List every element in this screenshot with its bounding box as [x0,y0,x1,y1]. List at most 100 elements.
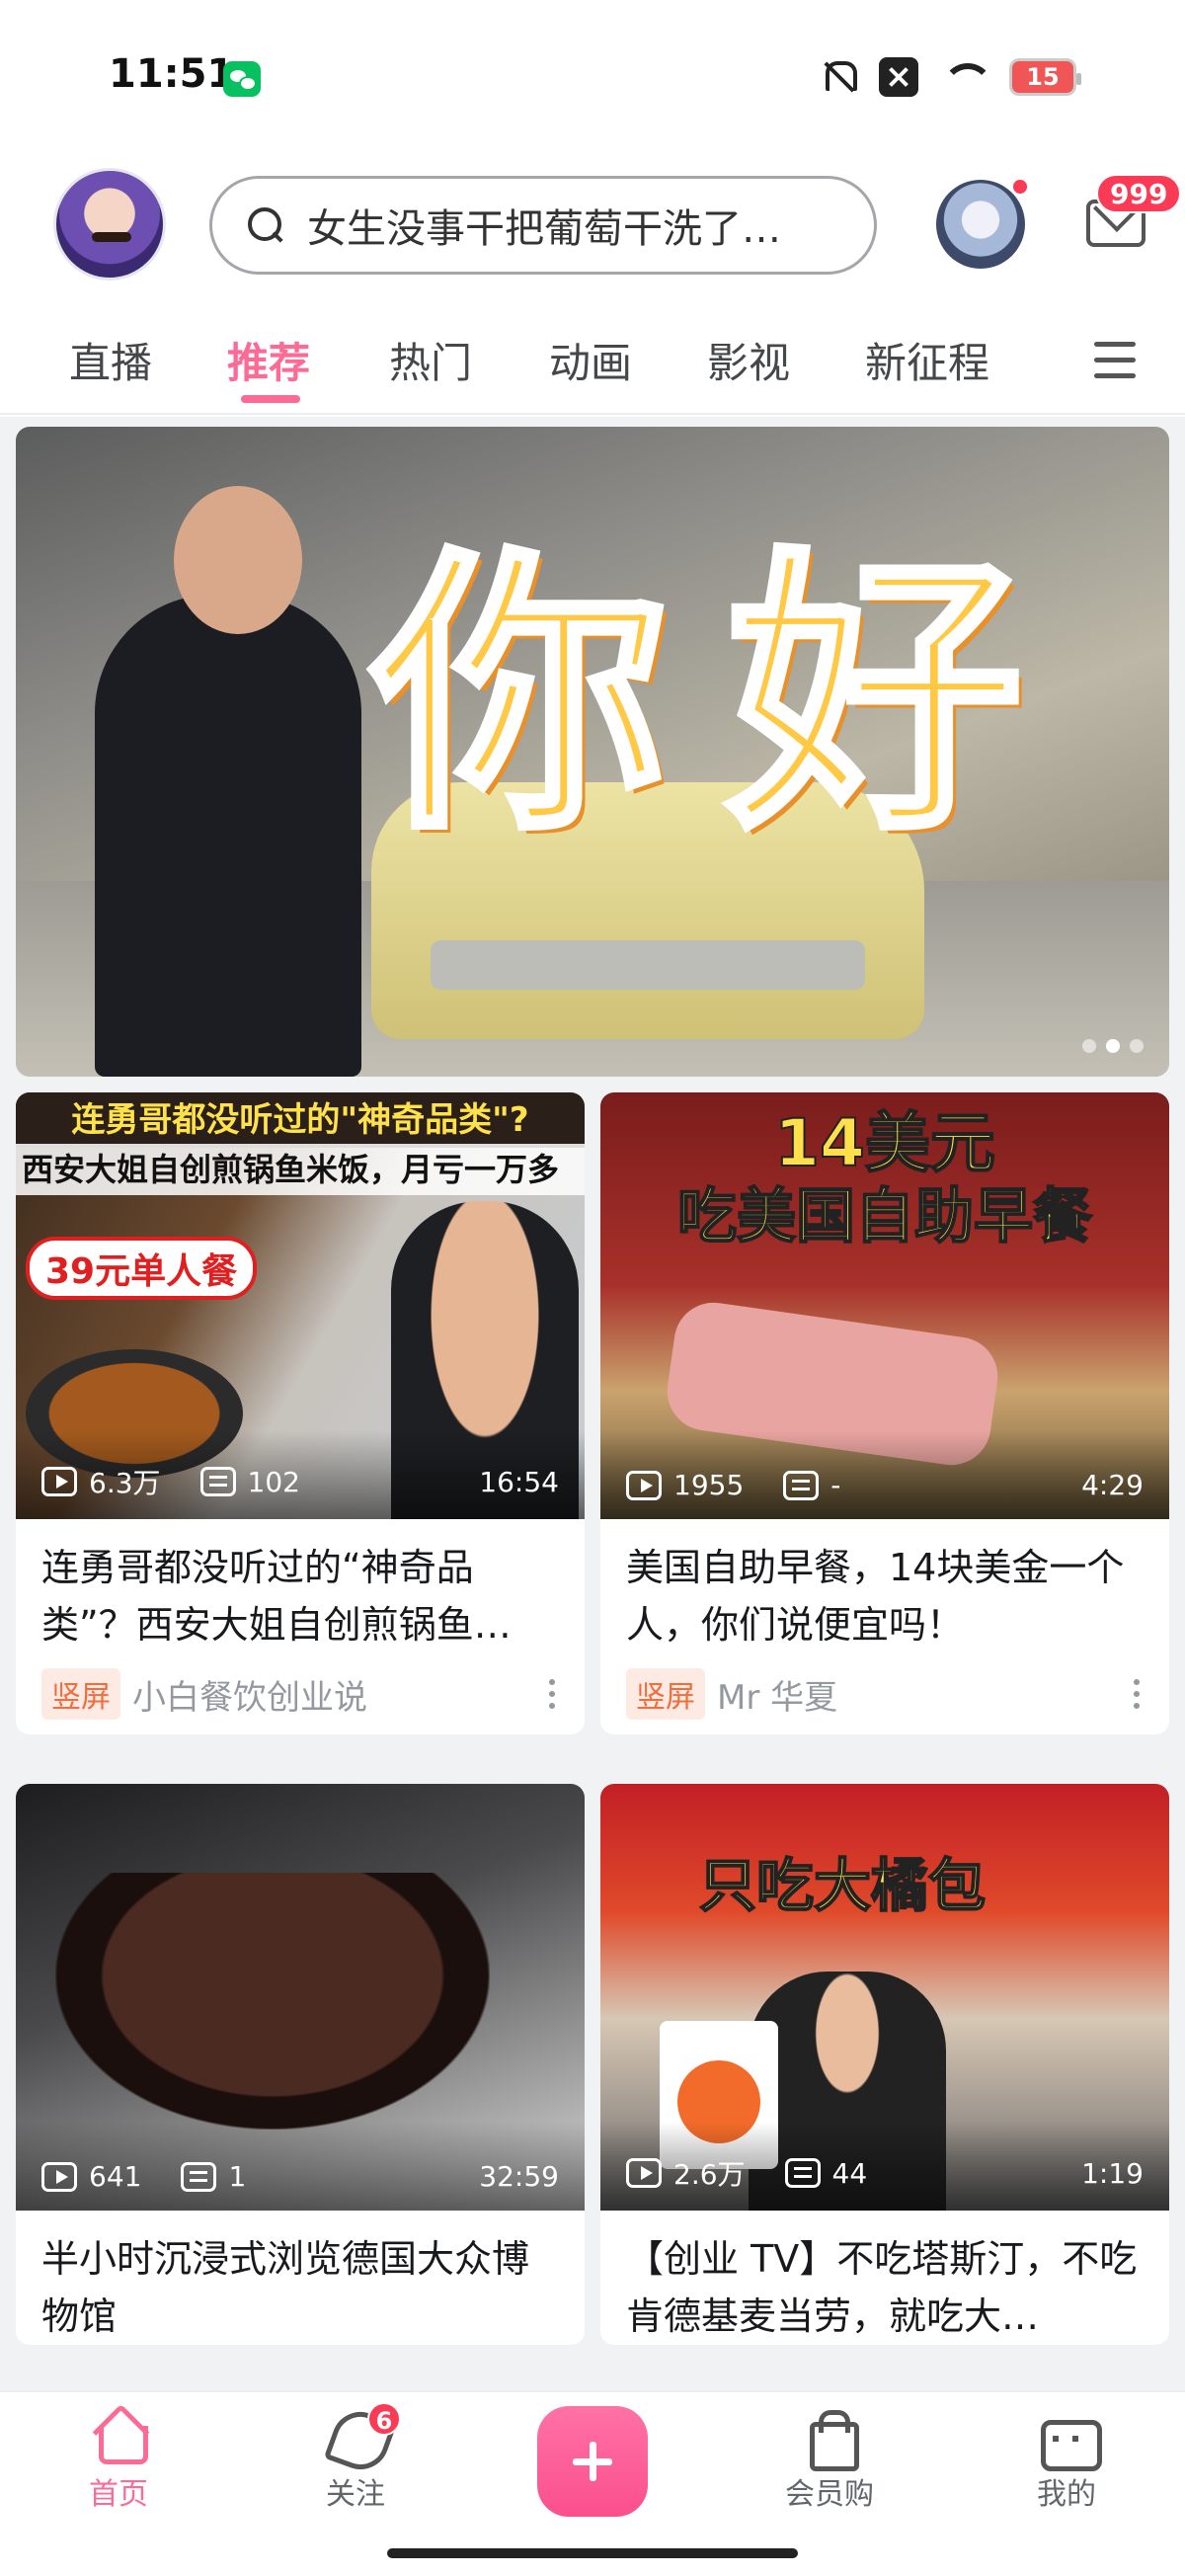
danmaku-icon [199,1467,236,1496]
thumbnail-caption: 西安大姐自创煎锅鱼米饭，月亏一万多 [16,1144,585,1195]
video-card[interactable]: 连勇哥都没听过的"神奇品类"? 西安大姐自创煎锅鱼米饭，月亏一万多 39元单人餐… [16,1092,585,1734]
tab-recommend[interactable]: 推荐 [227,330,310,390]
mail-badge: 999 [1096,174,1182,213]
status-icons: 15 [818,57,1081,97]
video-title: 美国自助早餐，14块美金一个人，你们说便宜吗！ [626,1546,1125,1647]
video-card[interactable]: 14美元 吃美国自助早餐 1955 - 4:29 美国自助早餐，14块美金一个人… [600,1092,1169,1734]
top-header: 女生没事干把葡萄干洗了… 999 [0,158,1185,296]
more-options-icon[interactable] [1134,1679,1140,1709]
nav-label: 关注 [326,2477,385,2512]
banner-person-head [174,486,302,634]
search-bar[interactable]: 女生没事干把葡萄干洗了… [209,176,877,275]
danmaku-icon [181,2161,217,2192]
wechat-icon [223,61,261,97]
video-thumbnail: 只吃大橘包 2.6万 44 1:19 [600,1784,1169,2211]
search-icon [246,205,285,245]
carousel-indicator [1082,1039,1144,1053]
danmaku-count: 44 [831,2156,868,2190]
thumbnail-caption: 连勇哥都没听过的"神奇品类"? [16,1092,585,1148]
tab-anime[interactable]: 动画 [549,330,632,390]
video-stats: 6.3万 102 16:54 [41,1462,559,1501]
feed: 你好 连勇哥都没听过的"神奇品类"? 西安大姐自创煎锅鱼米饭，月亏一万多 39元… [0,417,1185,2390]
author-name[interactable]: 小白餐饮创业说 [132,1670,367,1719]
follow-badge: 6 [367,2402,401,2436]
danmaku-count: 102 [247,1465,300,1498]
game-center-avatar[interactable] [936,180,1025,269]
tv-icon [1039,2408,1102,2471]
card-footer: 竖屏 Mr 华夏 [600,1653,1169,1734]
nav-label: 首页 [89,2477,148,2512]
carousel-dot-active [1106,1039,1120,1053]
vertical-tag: 竖屏 [626,1668,705,1720]
carousel-dot [1130,1039,1144,1053]
video-stats: 2.6万 44 1:19 [626,2153,1144,2193]
thumbnail-car-image [55,1873,490,2130]
danmaku-icon [783,1470,820,1500]
status-time: 11:51 [109,51,235,97]
nav-follow[interactable]: 6 关注 [276,2402,434,2513]
video-duration: 4:29 [1081,1469,1144,1501]
notification-dot [1011,178,1029,196]
home-icon [91,2408,148,2464]
play-count-icon [626,1470,662,1500]
card-footer: 竖屏 小白餐饮创业说 [16,1653,585,1734]
view-count: 2.6万 [673,2158,746,2191]
vertical-tag: 竖屏 [41,1668,120,1720]
play-count-icon [41,2161,77,2192]
upload-plus-button[interactable] [537,2406,648,2517]
danmaku-icon [784,2158,821,2188]
more-options-icon[interactable] [549,1679,555,1709]
banner-overlay-text: 你好 [368,522,1082,872]
home-indicator[interactable] [387,2548,798,2558]
video-title: 连勇哥都没听过的“神奇品类”？西安大姐自创煎锅鱼… [41,1546,512,1647]
channel-tabs: 直播 推荐 热门 动画 影视 新征程 [0,316,1185,415]
thumbnail-caption: 只吃大橘包 [698,1851,987,1920]
author-name[interactable]: Mr 华夏 [717,1670,837,1719]
view-count: 1955 [673,1469,745,1501]
bell-muted-icon [818,57,857,97]
tab-live[interactable]: 直播 [69,330,152,390]
thumbnail-caption: 14美元 吃美国自助早餐 [600,1105,1169,1253]
play-count-icon [41,1467,77,1496]
nav-member-shop[interactable]: 会员购 [750,2408,908,2513]
danmaku-count: 1 [228,2160,247,2193]
video-thumbnail: 14美元 吃美国自助早餐 1955 - 4:29 [600,1092,1169,1519]
active-tab-indicator [241,395,300,403]
video-duration: 16:54 [479,1465,559,1498]
video-stats: 1955 - 4:29 [626,1469,1144,1501]
user-avatar[interactable] [53,168,166,281]
danmaku-count: - [830,1469,841,1501]
video-title: 【创业 TV】不吃塔斯汀，不吃肯德基麦当劳，就吃大… [626,2237,1138,2338]
video-duration: 1:19 [1081,2156,1144,2190]
nav-home[interactable]: 首页 [40,2408,198,2513]
view-count: 6.3万 [89,1467,161,1499]
close-box-icon [879,57,918,97]
video-card[interactable]: 只吃大橘包 2.6万 44 1:19 【创业 TV】不吃塔斯汀，不吃肯德基麦当劳… [600,1784,1169,2345]
search-placeholder: 女生没事干把葡萄干洗了… [307,206,781,252]
wifi-icon [940,57,993,97]
nav-label: 会员购 [785,2477,874,2512]
video-stats: 641 1 32:59 [41,2160,559,2193]
video-title: 半小时沉浸式浏览德国大众博物馆 [41,2237,530,2338]
video-card[interactable]: 641 1 32:59 半小时沉浸式浏览德国大众博物馆 [16,1784,585,2345]
tab-hot[interactable]: 热门 [389,330,472,390]
play-count-icon [626,2158,662,2188]
status-bar: 11:51 15 [0,0,1185,158]
thumbnail-caption-line1: 14美元 [773,1105,996,1182]
view-count: 641 [89,2160,142,2193]
thumbnail-caption-line2: 吃美国自助早餐 [676,1181,1093,1252]
shopping-bag-icon [802,2408,859,2471]
battery-icon: 15 [1009,58,1081,96]
video-thumbnail: 641 1 32:59 [16,1784,585,2211]
tab-movies[interactable]: 影视 [707,330,790,390]
thumbnail-price-tag: 39元单人餐 [26,1237,258,1300]
nav-label: 我的 [1037,2477,1096,2512]
tab-new-journey[interactable]: 新征程 [865,330,989,390]
banner-person-image [95,595,361,1077]
video-thumbnail: 连勇哥都没听过的"神奇品类"? 西安大姐自创煎锅鱼米饭，月亏一万多 39元单人餐… [16,1092,585,1519]
banner-carousel[interactable]: 你好 [16,427,1169,1077]
nav-mine[interactable]: 我的 [988,2408,1146,2513]
carousel-dot [1082,1039,1096,1053]
menu-icon[interactable] [1094,342,1136,378]
video-duration: 32:59 [479,2160,559,2193]
